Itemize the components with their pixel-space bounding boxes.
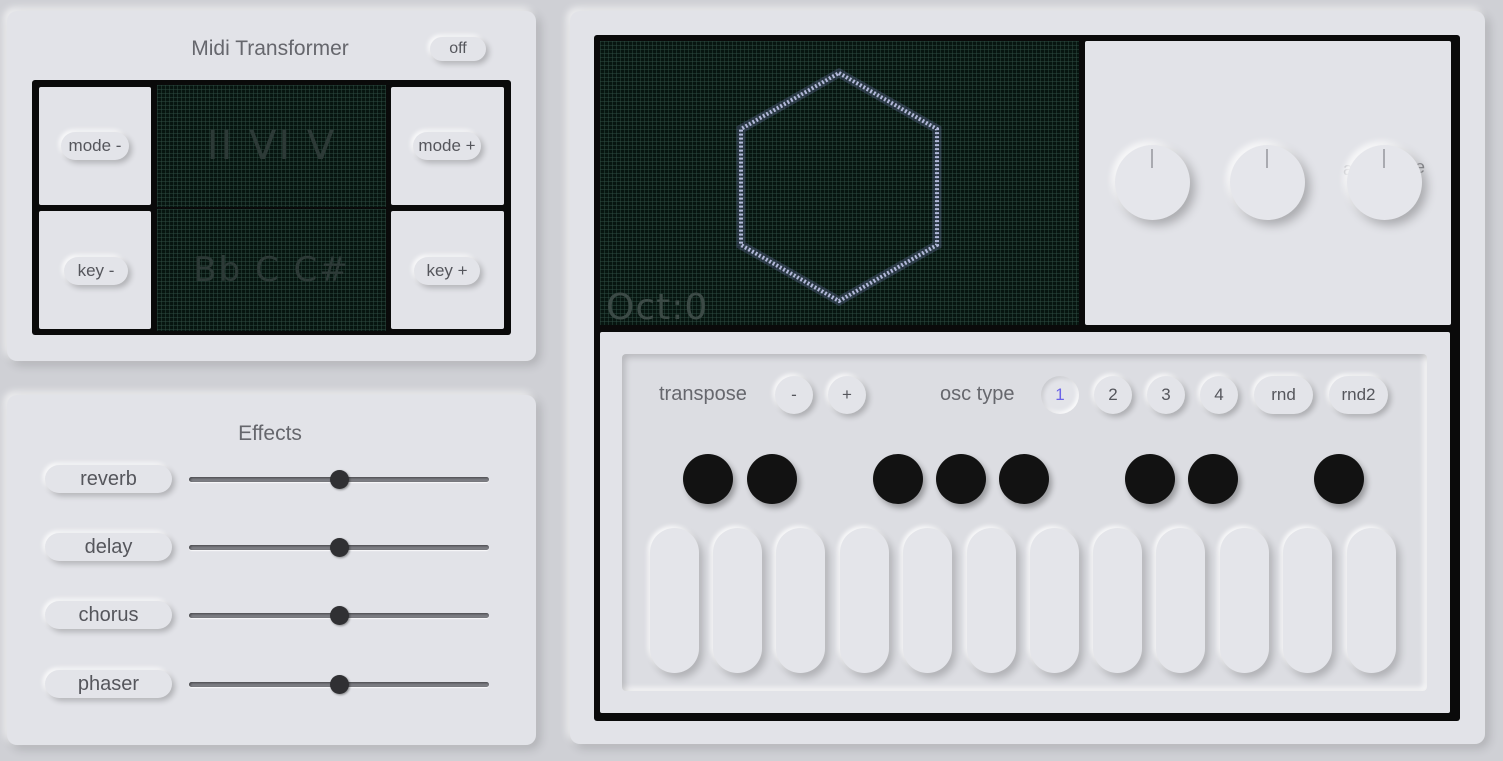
key-display-text: Bb C C#	[193, 250, 350, 290]
black-key-1[interactable]	[683, 454, 733, 504]
transpose-minus-button[interactable]: -	[775, 376, 813, 414]
phaser-slider-thumb[interactable]	[329, 675, 349, 694]
chorus-slider[interactable]	[189, 606, 489, 625]
black-key-8[interactable]	[1314, 454, 1364, 504]
transpose-label: transpose	[659, 383, 747, 405]
phaser-button[interactable]: phaser	[45, 670, 172, 698]
osc-type-4-button[interactable]: 4	[1200, 376, 1238, 414]
delay-button[interactable]: delay	[45, 533, 172, 561]
osc-type-rnd-button[interactable]: rnd	[1254, 376, 1313, 414]
keyboard-inset: transpose - + osc type 1 2 3 4 rnd rnd2	[622, 354, 1427, 691]
white-key-3[interactable]	[776, 528, 825, 673]
osc-type-rnd2-button[interactable]: rnd2	[1329, 376, 1388, 414]
osc-type-3-button[interactable]: 3	[1147, 376, 1185, 414]
white-key-11[interactable]	[1283, 528, 1332, 673]
hexagon-waveform-icon	[736, 67, 942, 307]
midi-display-grid: mode - II VI V mode + key - Bb C C# key …	[32, 80, 511, 335]
mode-display-text: II VI V	[206, 123, 337, 169]
oscilloscope-screen: Oct:0	[600, 41, 1079, 325]
mode-plus-cell: mode +	[391, 87, 504, 205]
mode-display: II VI V	[157, 85, 386, 207]
white-key-5[interactable]	[903, 528, 952, 673]
transpose-plus-button[interactable]: +	[828, 376, 866, 414]
osc-type-2-button[interactable]: 2	[1094, 376, 1132, 414]
mode-minus-button[interactable]: mode -	[61, 132, 129, 160]
delay-slider[interactable]	[189, 538, 489, 557]
synth-frame: Oct:0 a e transpose - + osc type 1 2 3 4…	[594, 35, 1460, 721]
key-plus-cell: key +	[391, 211, 504, 329]
black-key-6[interactable]	[1125, 454, 1175, 504]
white-key-6[interactable]	[967, 528, 1016, 673]
effects-title: Effects	[238, 422, 302, 445]
keyboard-area: transpose - + osc type 1 2 3 4 rnd rnd2	[600, 332, 1450, 713]
key-display: Bb C C#	[157, 209, 386, 331]
osc-type-1-button[interactable]: 1	[1041, 376, 1079, 414]
knob-1[interactable]	[1115, 145, 1190, 220]
black-key-3[interactable]	[873, 454, 923, 504]
chorus-button[interactable]: chorus	[45, 601, 172, 629]
white-key-10[interactable]	[1220, 528, 1269, 673]
white-key-1[interactable]	[650, 528, 699, 673]
mode-minus-cell: mode -	[39, 87, 151, 205]
white-key-7[interactable]	[1030, 528, 1079, 673]
key-plus-button[interactable]: key +	[414, 257, 480, 285]
osc-type-label: osc type	[940, 383, 1015, 405]
synth-panel: Oct:0 a e transpose - + osc type 1 2 3 4…	[570, 11, 1485, 744]
black-key-5[interactable]	[999, 454, 1049, 504]
black-key-2[interactable]	[747, 454, 797, 504]
knob-3[interactable]	[1347, 145, 1422, 220]
delay-slider-thumb[interactable]	[329, 538, 349, 557]
reverb-button[interactable]: reverb	[45, 465, 172, 493]
white-key-9[interactable]	[1156, 528, 1205, 673]
chorus-slider-thumb[interactable]	[329, 606, 349, 625]
white-key-12[interactable]	[1347, 528, 1396, 673]
midi-title: Midi Transformer	[191, 37, 349, 60]
knob-2[interactable]	[1230, 145, 1305, 220]
knob-area: a e	[1085, 41, 1451, 325]
key-minus-cell: key -	[39, 211, 151, 329]
black-key-4[interactable]	[936, 454, 986, 504]
reverb-slider-thumb[interactable]	[329, 470, 349, 489]
white-key-2[interactable]	[713, 528, 762, 673]
midi-toggle-button[interactable]: off	[430, 37, 486, 61]
effects-panel: Effects reverb delay chorus phaser	[7, 395, 536, 745]
white-key-8[interactable]	[1093, 528, 1142, 673]
octave-display: Oct:0	[606, 287, 709, 325]
key-minus-button[interactable]: key -	[64, 257, 128, 285]
midi-transformer-panel: Midi Transformer off mode - II VI V mode…	[7, 11, 536, 361]
mode-plus-button[interactable]: mode +	[413, 132, 481, 160]
phaser-slider[interactable]	[189, 675, 489, 694]
white-key-4[interactable]	[840, 528, 889, 673]
reverb-slider[interactable]	[189, 470, 489, 489]
black-key-7[interactable]	[1188, 454, 1238, 504]
